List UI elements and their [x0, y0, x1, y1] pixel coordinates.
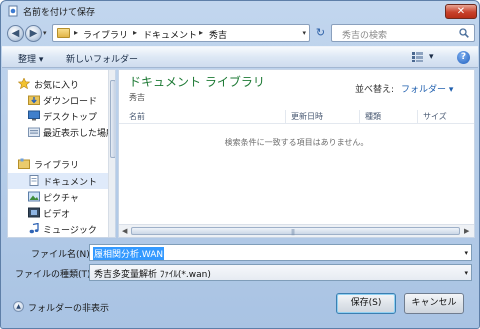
recent-pages-dropdown[interactable]: ▾ — [43, 29, 47, 37]
empty-results-message: 検索条件に一致する項目はありません。 — [224, 138, 369, 147]
organize-menu[interactable]: 整理 ▾ — [18, 52, 43, 65]
navigation-pane: お気に入り ダウンロード デスクトップ 最近表示した場所 ライブラリ ドキュメン… — [7, 69, 116, 238]
filename-label: ファイル名(N): — [31, 250, 93, 260]
collapse-arrow-icon[interactable]: ▲ — [13, 301, 24, 312]
sidebar-item-label: ダウンロード — [43, 97, 98, 107]
help-icon[interactable]: ? — [457, 51, 470, 64]
column-divider[interactable] — [359, 110, 360, 123]
view-options-icon[interactable] — [412, 52, 423, 62]
search-input[interactable]: 秀吉の検索 — [331, 24, 475, 42]
view-dropdown-icon[interactable]: ▾ — [429, 52, 434, 62]
window-title: 名前を付けて保存 — [23, 8, 96, 18]
star-icon — [18, 78, 30, 89]
navigation-scroll-thumb[interactable] — [110, 80, 115, 158]
videos-icon — [28, 207, 40, 218]
sidebar-favorites[interactable]: お気に入り — [8, 76, 108, 92]
library-subtitle: 秀吉 — [129, 93, 145, 102]
filetype-label: ファイルの種類(T): — [15, 270, 94, 280]
horizontal-scroll-thumb[interactable]: ||| — [131, 227, 460, 236]
breadcrumb-hideyoshi[interactable]: 秀吉 — [209, 28, 227, 41]
column-type[interactable]: 種類 — [365, 111, 381, 122]
sidebar-item-label: ビデオ — [43, 210, 71, 220]
scroll-grip-icon: ||| — [291, 229, 295, 236]
music-icon — [29, 223, 39, 234]
hide-folders-label[interactable]: フォルダーの非表示 — [28, 301, 109, 314]
search-placeholder: 秀吉の検索 — [342, 31, 388, 41]
column-name[interactable]: 名前 — [129, 111, 145, 122]
column-date-modified[interactable]: 更新日時 — [291, 111, 323, 122]
sidebar-item-documents[interactable]: ドキュメント — [8, 173, 108, 189]
pictures-icon — [28, 191, 40, 202]
sidebar-item-label: 最近表示した場所 — [43, 129, 116, 139]
sidebar-item-label: ドキュメント — [43, 178, 98, 188]
sidebar-libraries[interactable]: ライブラリ — [8, 156, 108, 172]
address-dropdown-icon[interactable]: ▾ — [302, 29, 306, 37]
downloads-folder-icon — [28, 95, 40, 105]
sidebar-item-label: デスクトップ — [43, 113, 98, 123]
recent-places-icon — [28, 127, 40, 137]
horizontal-scrollbar[interactable]: ◀ ||| ▶ — [119, 224, 474, 237]
sidebar-item-recent-places[interactable]: 最近表示した場所 — [8, 124, 115, 140]
column-headers: 名前 更新日時 種類 サイズ — [119, 110, 474, 124]
arrange-by-dropdown[interactable]: フォルダー ▾ — [401, 82, 453, 95]
filename-value[interactable]: 履相関分析.WAN — [93, 247, 165, 260]
sidebar-item-label: ミュージック — [43, 226, 97, 236]
column-divider[interactable] — [417, 110, 418, 123]
filetype-select[interactable]: 秀吉多変量解析 ﾌｧｲﾙ(*.wan) ▾ — [89, 264, 472, 281]
command-toolbar: 整理 ▾ 新しいフォルダー ▾ ? — [2, 46, 478, 68]
breadcrumb-separator[interactable]: ▸ — [74, 28, 78, 37]
search-icon[interactable] — [459, 28, 469, 38]
close-button[interactable]: ✕ — [445, 4, 477, 19]
desktop-icon — [28, 110, 40, 121]
documents-icon — [29, 175, 39, 186]
forward-button[interactable]: ▶ — [25, 25, 42, 42]
column-size[interactable]: サイズ — [423, 111, 447, 122]
back-button[interactable]: ◀ — [7, 25, 24, 42]
sidebar-item-label: ライブラリ — [34, 161, 80, 171]
sidebar-item-label: ピクチャ — [43, 194, 79, 204]
save-button[interactable]: 保存(S) — [336, 293, 396, 314]
folder-icon — [57, 28, 70, 38]
scroll-right-icon[interactable]: ▶ — [464, 227, 469, 235]
sidebar-item-label: お気に入り — [34, 81, 80, 91]
filetype-dropdown-icon[interactable]: ▾ — [464, 269, 468, 277]
sidebar-item-music[interactable]: ミュージック — [8, 221, 108, 237]
breadcrumb-libraries[interactable]: ライブラリ — [83, 28, 128, 41]
refresh-button[interactable]: ↻ — [313, 25, 328, 41]
sidebar-item-downloads[interactable]: ダウンロード — [8, 92, 108, 108]
breadcrumb-separator[interactable]: ▸ — [133, 28, 137, 37]
cancel-button[interactable]: キャンセル — [404, 293, 464, 314]
filename-history-dropdown-icon[interactable]: ▾ — [464, 249, 468, 257]
breadcrumb-documents[interactable]: ドキュメント — [143, 28, 197, 41]
breadcrumb-separator[interactable]: ▸ — [199, 28, 203, 37]
filename-input[interactable]: 履相関分析.WAN ▾ — [89, 244, 472, 261]
dialog-icon — [8, 5, 18, 17]
address-bar[interactable]: ▸ ライブラリ ▸ ドキュメント ▸ 秀吉 ▾ — [52, 24, 310, 42]
scroll-left-icon[interactable]: ◀ — [122, 227, 127, 235]
libraries-icon — [18, 158, 30, 169]
new-folder-button[interactable]: 新しいフォルダー — [66, 52, 138, 65]
title-bar: 名前を付けて保存 ✕ — [1, 1, 479, 21]
sidebar-item-videos[interactable]: ビデオ — [8, 205, 108, 221]
column-divider[interactable] — [285, 110, 286, 123]
filetype-value: 秀吉多変量解析 ﾌｧｲﾙ(*.wan) — [94, 270, 211, 280]
arrange-by-label: 並べ替え: — [355, 85, 395, 95]
navigation-scrollbar[interactable] — [108, 70, 115, 237]
file-list-pane: ドキュメント ライブラリ 秀吉 並べ替え: フォルダー ▾ 名前 更新日時 種類… — [118, 69, 475, 238]
sidebar-item-pictures[interactable]: ピクチャ — [8, 189, 108, 205]
library-title: ドキュメント ライブラリ — [129, 75, 265, 89]
save-as-dialog: 名前を付けて保存 ✕ ◀ ▶ ▾ ▸ ライブラリ ▸ ドキュメント ▸ 秀吉 ▾… — [0, 0, 480, 329]
sidebar-item-desktop[interactable]: デスクトップ — [8, 108, 108, 124]
